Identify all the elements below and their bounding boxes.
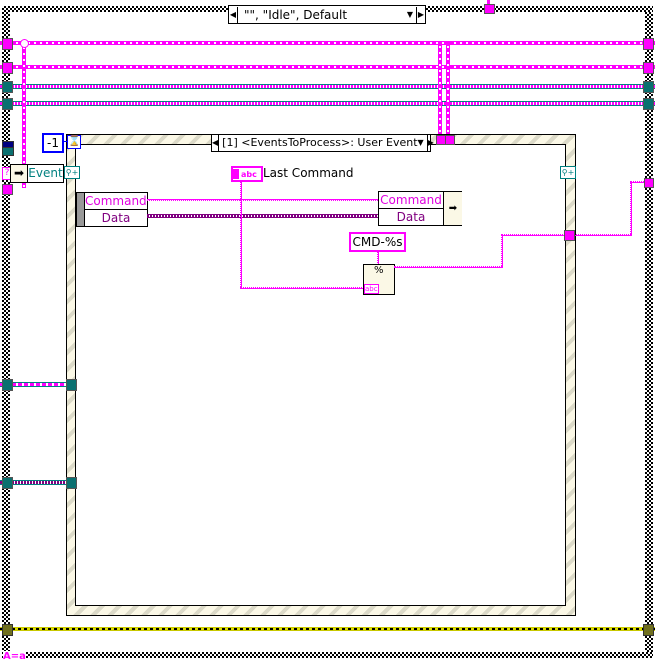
- event-prev-button[interactable]: ◀: [212, 135, 220, 151]
- lower-tunnel-left-2: [2, 477, 13, 489]
- right-tunnel-3: [643, 81, 654, 93]
- format-percent-glyph: %: [374, 265, 384, 276]
- format-string-constant[interactable]: CMD-%s: [349, 232, 406, 252]
- dynamic-event-terminal-left: ⚲+: [64, 166, 80, 179]
- right-tunnel-2: [643, 62, 654, 74]
- case-selector-label: "", "Idle", Default: [244, 7, 348, 22]
- event-right-tunnel-b: [445, 135, 455, 145]
- case-next-button[interactable]: ▶: [416, 6, 425, 23]
- case-structure-bottom-border: [24, 652, 653, 658]
- refnum-tunnel-left-2: [2, 147, 14, 156]
- string-wire-1: [0, 41, 655, 45]
- top-tunnel: [484, 4, 495, 14]
- lower-tunnel-event-2: [66, 477, 77, 489]
- command-wire: [147, 199, 378, 201]
- format-type-glyph: abc: [364, 284, 379, 294]
- left-tunnel-4: [2, 98, 13, 110]
- case-prev-button[interactable]: ◀: [229, 6, 238, 23]
- arrow-right-icon: ➡: [11, 165, 28, 182]
- event-selector[interactable]: ◀ [1] <EventsToProcess>: User Event ▼ ▶: [211, 134, 434, 152]
- dropdown-icon[interactable]: ▼: [407, 7, 416, 23]
- timeout-constant[interactable]: -1: [42, 133, 64, 153]
- lower-tunnel-event-1: [66, 379, 77, 391]
- string-wire-2: [0, 65, 655, 69]
- local-variable-label: Last Command: [263, 166, 354, 180]
- right-tunnel-4: [643, 98, 654, 110]
- format-string-wire: [377, 251, 379, 265]
- left-tunnel-1: [2, 38, 13, 50]
- hourglass-icon: ⌛: [67, 135, 81, 149]
- event-registration-node: ➡ Event: [10, 164, 64, 183]
- wire-junction-dot: [20, 39, 29, 48]
- bundle-field-command: Command: [379, 193, 443, 209]
- case-selector[interactable]: ◀ "", "Idle", Default ▼ ▶: [228, 5, 426, 24]
- event-selector-label: [1] <EventsToProcess>: User Event: [222, 136, 418, 149]
- lower-tunnel-left-1: [2, 379, 13, 391]
- command-branch-wire-horizontal: [240, 287, 364, 289]
- vertical-string-wire-b: [446, 42, 450, 142]
- event-output-tunnel: [564, 230, 575, 241]
- event-data-field-command: Command: [85, 194, 147, 210]
- event-node-label: Event: [28, 166, 63, 180]
- event-data-field-data: Data: [101, 211, 131, 225]
- error-wire: [0, 627, 655, 631]
- local-variable[interactable]: abc: [231, 166, 263, 182]
- case-footer-glyph: A=a: [3, 651, 26, 663]
- string-type-glyph: abc: [241, 169, 257, 179]
- bundle-output-strip: ➡: [443, 192, 462, 225]
- left-tunnel-3: [2, 81, 13, 93]
- event-next-button[interactable]: ▶: [426, 135, 434, 151]
- format-output-wire-v1: [501, 234, 503, 268]
- format-output-wire-h1: [394, 266, 502, 268]
- command-branch-wire-vertical: [240, 178, 242, 289]
- format-into-string-node[interactable]: % abc: [363, 264, 395, 295]
- cluster-wire-1: [0, 84, 655, 89]
- format-output-wire-v2: [630, 181, 632, 236]
- data-wire: [147, 214, 378, 218]
- right-tunnel-1: [643, 38, 654, 50]
- shift-register-tunnel: [2, 184, 13, 195]
- event-data-node: Command Data: [76, 192, 148, 227]
- dynamic-event-terminal-right: ⚲+: [560, 166, 576, 179]
- error-tunnel-right: [643, 624, 654, 636]
- error-tunnel-left: [2, 624, 13, 636]
- vertical-string-wire-a: [438, 42, 442, 142]
- bundle-by-name-node: Command Data ➡: [378, 191, 462, 226]
- left-tunnel-2: [2, 62, 13, 74]
- event-data-handle[interactable]: [77, 193, 85, 226]
- dropdown-icon[interactable]: ▼: [418, 135, 427, 151]
- cluster-wire-2: [0, 101, 655, 106]
- bundle-field-data: Data: [396, 210, 426, 224]
- shift-register-right-tunnel: [644, 178, 654, 188]
